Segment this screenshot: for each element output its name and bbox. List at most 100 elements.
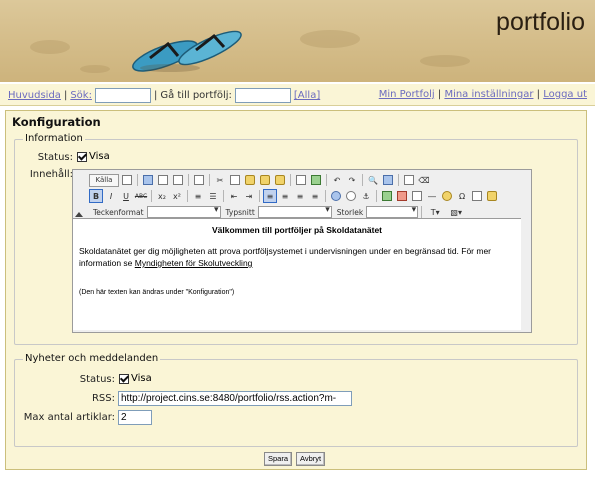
format-select[interactable] <box>146 205 221 218</box>
new-page-icon[interactable] <box>156 173 170 187</box>
editor-content-title: Välkommen till portföljer på Skoldatanät… <box>211 225 383 235</box>
nav-separator: | <box>437 89 442 100</box>
link-icon[interactable] <box>329 189 343 203</box>
paste-word-icon[interactable] <box>273 173 287 187</box>
nav-search-link[interactable]: Sök: <box>70 90 92 101</box>
italic-button[interactable]: I <box>104 189 118 203</box>
undo-icon[interactable]: ↶ <box>330 173 344 187</box>
toolbar-separator <box>325 190 326 202</box>
all-portfolios-link[interactable]: [Alla] <box>294 90 320 101</box>
save-button[interactable]: Spara <box>264 452 293 466</box>
form-icon[interactable] <box>485 189 499 203</box>
redo-icon[interactable]: ↷ <box>345 173 359 187</box>
content-label: Innehåll: <box>29 169 73 180</box>
paste-text-icon[interactable] <box>258 173 272 187</box>
select-all-icon[interactable] <box>402 173 416 187</box>
print-preview-icon[interactable] <box>171 173 185 187</box>
goto-portfolio-input[interactable] <box>234 88 291 103</box>
news-status-checkbox-label: Visa <box>131 373 152 384</box>
align-right-icon[interactable]: ≡ <box>293 189 307 203</box>
toolbar-separator <box>209 174 210 186</box>
configuration-panel: Konfiguration Information Status: Visa I… <box>5 110 587 470</box>
nav-left: Huvudsida | Sök: | Gå till portfölj: [Al… <box>8 88 320 103</box>
save-icon[interactable] <box>141 173 155 187</box>
anchor-icon[interactable]: ⚓ <box>359 189 373 203</box>
size-select[interactable] <box>366 205 419 218</box>
flash-icon[interactable] <box>395 189 409 203</box>
preview-icon[interactable] <box>120 173 134 187</box>
underline-button[interactable]: U <box>119 189 133 203</box>
information-fieldset: Information Status: Visa Innehåll: Källa… <box>14 133 578 345</box>
numbered-list-icon[interactable]: ≡ <box>191 189 205 203</box>
table-icon[interactable] <box>410 189 424 203</box>
toolbar-separator <box>137 174 138 186</box>
templates-icon[interactable] <box>192 173 206 187</box>
paste-icon[interactable] <box>243 173 257 187</box>
logout-link[interactable]: Logga ut <box>543 89 587 100</box>
bold-button[interactable]: B <box>89 189 103 203</box>
background-color-icon[interactable]: ▧▾ <box>446 205 466 219</box>
font-select[interactable] <box>257 205 332 218</box>
align-center-icon[interactable]: ≡ <box>278 189 292 203</box>
panel-title: Konfiguration <box>12 115 101 129</box>
source-button[interactable]: Källa <box>89 173 119 187</box>
indent-icon[interactable]: ⇥ <box>242 189 256 203</box>
print-icon[interactable] <box>294 173 308 187</box>
copy-icon[interactable] <box>228 173 242 187</box>
horizontal-rule-icon[interactable]: ― <box>425 189 439 203</box>
nav-separator: | <box>63 90 68 101</box>
toolbar-separator <box>326 174 327 186</box>
spellcheck-icon[interactable] <box>309 173 323 187</box>
unlink-icon[interactable] <box>344 189 358 203</box>
format-label: Teckenformat <box>93 207 144 217</box>
news-status-checkbox[interactable] <box>119 373 129 384</box>
outdent-icon[interactable]: ⇤ <box>227 189 241 203</box>
info-status-checkbox[interactable] <box>77 151 87 162</box>
subscript-button[interactable]: x₂ <box>155 189 169 203</box>
align-justify-icon[interactable]: ≡ <box>308 189 322 203</box>
toolbar-separator <box>223 190 224 202</box>
info-status-label: Status: <box>37 152 73 163</box>
rss-input[interactable]: http://project.cins.se:8480/portfolio/rs… <box>118 391 352 406</box>
text-color-icon[interactable]: T▾ <box>425 205 445 219</box>
news-status-label: Status: <box>79 374 115 385</box>
editor-content-note: (Den här texten kan ändras under "Konfig… <box>79 289 235 296</box>
info-status-checkbox-label: Visa <box>89 151 110 162</box>
toolbar-separator <box>376 190 377 202</box>
special-char-icon[interactable]: Ω <box>455 189 469 203</box>
news-legend: Nyheter och meddelanden <box>23 353 161 364</box>
find-icon[interactable]: 🔍 <box>366 173 380 187</box>
max-articles-input[interactable]: 2 <box>118 410 152 425</box>
goto-portfolio-label: Gå till portfölj: <box>160 90 232 101</box>
editor-content-link[interactable]: Myndigheten för Skolutveckling <box>135 258 253 268</box>
toolbar-separator <box>188 174 189 186</box>
align-left-icon[interactable]: ≡ <box>263 189 277 203</box>
toolbar-separator <box>421 206 423 218</box>
smiley-icon[interactable] <box>440 189 454 203</box>
cut-icon[interactable]: ✂ <box>213 173 227 187</box>
underline-label: U <box>123 191 129 201</box>
superscript-button[interactable]: x² <box>170 189 184 203</box>
top-nav: Huvudsida | Sök: | Gå till portfölj: [Al… <box>0 84 595 106</box>
nav-home-link[interactable]: Huvudsida <box>8 90 61 101</box>
toolbar-row-2: B I U ABC x₂ x² ≡ ☰ ⇤ ⇥ ≡ ≡ ≡ ≡ ⚓ ― Ω <box>89 188 499 204</box>
toolbar-separator <box>290 174 291 186</box>
strike-button[interactable]: ABC <box>134 189 148 203</box>
bulleted-list-icon[interactable]: ☰ <box>206 189 220 203</box>
info-status-field: Visa <box>77 151 110 163</box>
bold-label: B <box>92 191 100 201</box>
editor-content-area[interactable]: Välkommen till portföljer på Skoldatanät… <box>73 218 521 330</box>
cancel-button[interactable]: Avbryt <box>296 452 326 466</box>
image-icon[interactable] <box>380 189 394 203</box>
toolbar-separator <box>187 190 188 202</box>
remove-format-icon[interactable]: ⌫ <box>417 173 431 187</box>
search-input[interactable] <box>94 88 151 103</box>
my-settings-link[interactable]: Mina inställningar <box>444 89 533 100</box>
replace-icon[interactable] <box>381 173 395 187</box>
source-button-label: Källa <box>95 176 113 184</box>
italic-label: I <box>109 191 113 201</box>
editor-collapse-icon[interactable] <box>75 212 83 217</box>
subscript-label: x₂ <box>158 191 166 201</box>
my-portfolio-link[interactable]: Min Portfolj <box>379 89 435 100</box>
page-break-icon[interactable] <box>470 189 484 203</box>
